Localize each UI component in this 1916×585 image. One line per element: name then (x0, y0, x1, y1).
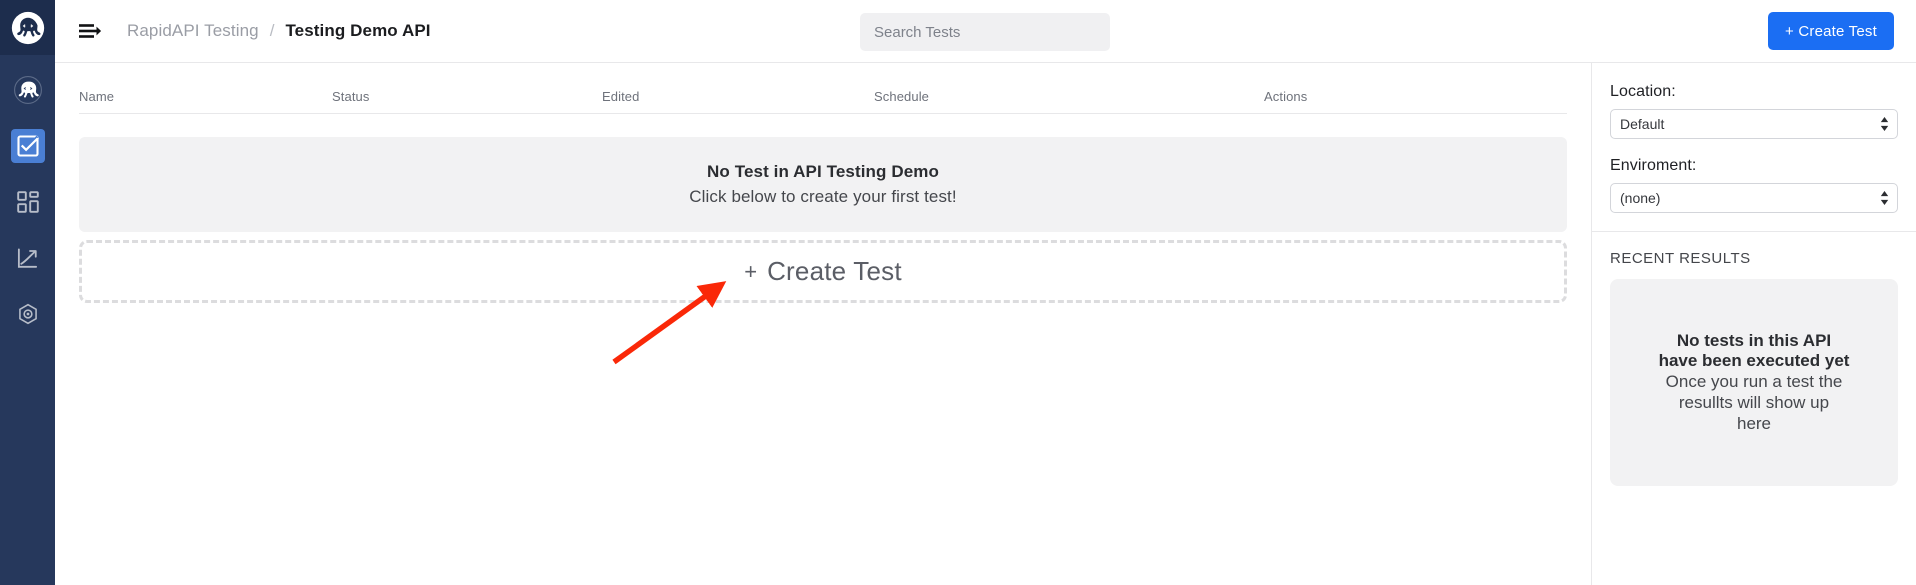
search-input[interactable] (860, 13, 1110, 51)
grid-squares-icon (16, 191, 39, 213)
top-bar: RapidAPI Testing / Testing Demo API + Cr… (55, 0, 1916, 63)
results-sub-line-2: resullts will show up (1678, 393, 1830, 413)
location-label: Location: (1610, 83, 1676, 100)
empty-state-subtitle: Click below to create your first test! (689, 187, 957, 206)
column-header-actions: Actions (1264, 89, 1308, 104)
app-root: RapidAPI Testing / Testing Demo API + Cr… (0, 0, 1916, 585)
app-logo[interactable] (0, 0, 55, 55)
environment-select[interactable]: (none) (1610, 183, 1898, 213)
breadcrumb-separator: / (269, 21, 275, 40)
hexagon-gear-icon (18, 303, 37, 325)
environment-select-wrap: (none) (1610, 183, 1898, 213)
tests-main-area: Name Status Edited Schedule Actions No T… (55, 63, 1592, 585)
sidebar-item-dashboard[interactable] (11, 185, 45, 219)
app-shell: RapidAPI Testing / Testing Demo API + Cr… (55, 0, 1916, 585)
column-header-schedule: Schedule (874, 89, 930, 104)
breadcrumb-current: Testing Demo API (285, 21, 431, 40)
empty-state-card: No Test in API Testing Demo Click below … (79, 137, 1567, 232)
empty-state-title: No Test in API Testing Demo (707, 162, 939, 181)
sidebar-item-settings[interactable] (11, 297, 45, 331)
environment-label: Enviroment: (1610, 157, 1697, 174)
recent-results-section: RECENT RESULTS No tests in this API have… (1592, 232, 1916, 585)
sidebar-item-analytics[interactable] (11, 241, 45, 275)
sidebar-item-brandmark[interactable] (11, 73, 45, 107)
plus-icon: + (744, 258, 758, 284)
create-test-drop-zone[interactable]: + Create Test (79, 240, 1567, 303)
right-panel: Location: Default Enviroment: (none) REC… (1592, 63, 1916, 585)
trend-up-chart-icon (17, 247, 38, 268)
create-test-button[interactable]: + Create Test (1768, 12, 1894, 50)
column-header-status: Status (332, 89, 370, 104)
checked-box-icon (16, 135, 39, 157)
column-header-name: Name (79, 89, 115, 104)
left-nav-rail (0, 0, 55, 585)
config-section: Location: Default Enviroment: (none) (1592, 63, 1916, 232)
breadcrumb: RapidAPI Testing / Testing Demo API (127, 21, 431, 41)
results-sub-line-3: here (1736, 414, 1772, 434)
breadcrumb-root[interactable]: RapidAPI Testing (127, 21, 259, 41)
hamburger-arrow-icon (79, 24, 102, 38)
octopus-brand-icon (13, 76, 42, 104)
location-select-wrap: Default (1610, 109, 1898, 139)
results-heading-line-2: have been executed yet (1658, 350, 1850, 370)
rapidapi-octopus-logo-icon (11, 11, 44, 44)
recent-results-empty-card: No tests in this API have been executed … (1610, 279, 1898, 486)
results-heading-line-1: No tests in this API (1676, 330, 1832, 350)
results-sub-line-1: Once you run a test the (1665, 371, 1843, 391)
rail-items (0, 55, 55, 331)
search-container (860, 13, 1110, 51)
recent-results-title: RECENT RESULTS (1610, 250, 1751, 267)
sidebar-toggle-button[interactable] (75, 15, 107, 47)
body-row: Name Status Edited Schedule Actions No T… (55, 63, 1916, 585)
location-select[interactable]: Default (1610, 109, 1898, 139)
create-test-drop-label: Create Test (767, 256, 902, 286)
sidebar-item-testing[interactable] (10, 129, 45, 163)
tests-table-header: Name Status Edited Schedule Actions (79, 63, 1567, 114)
column-header-edited: Edited (602, 89, 640, 104)
